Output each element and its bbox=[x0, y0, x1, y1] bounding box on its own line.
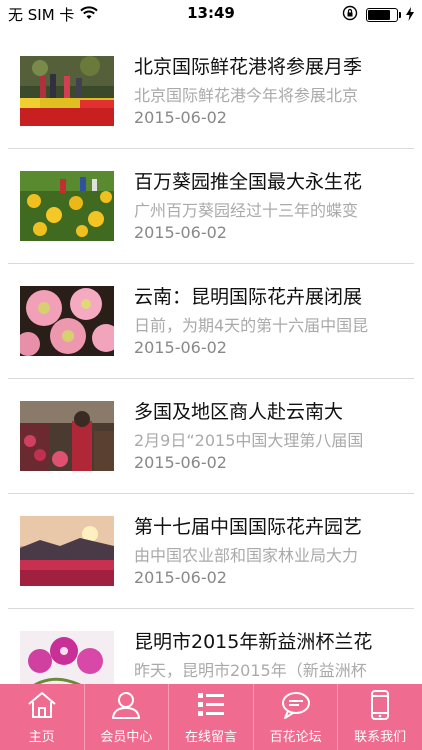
tab-label: 联系我们 bbox=[354, 730, 407, 745]
news-date: 2015-06-02 bbox=[134, 453, 227, 472]
news-date: 2015-06-02 bbox=[134, 223, 227, 242]
news-summary: 2月9日“2015中国大理第八届国 bbox=[134, 431, 364, 450]
gerbera-icon bbox=[20, 286, 114, 356]
tab-online-message[interactable]: 在线留言 bbox=[169, 684, 254, 750]
news-title: 昆明市2015年新益洲杯兰花 bbox=[134, 631, 373, 653]
news-summary: 昨天，昆明市2015年（新益洲杯 bbox=[134, 661, 367, 680]
status-right bbox=[342, 5, 414, 25]
news-title: 第十七届中国国际花卉园艺 bbox=[134, 516, 363, 538]
list-icon bbox=[194, 688, 228, 722]
news-summary: 日前，为期4天的第十六届中国昆 bbox=[134, 316, 369, 335]
tab-contact-us[interactable]: 联系我们 bbox=[338, 684, 422, 750]
news-date: 2015-06-02 bbox=[134, 568, 227, 587]
phone-icon bbox=[363, 688, 397, 722]
market-icon bbox=[20, 401, 114, 471]
tab-label: 百花论坛 bbox=[269, 730, 322, 745]
tab-forum[interactable]: 百花论坛 bbox=[254, 684, 339, 750]
news-item[interactable]: 百万葵园推全国最大永生花 广州百万葵园经过十三年的蝶变 2015-06-02 bbox=[8, 149, 414, 264]
home-icon bbox=[25, 688, 59, 722]
battery-icon bbox=[366, 8, 401, 22]
tab-home[interactable]: 主页 bbox=[0, 684, 85, 750]
tab-bar: 主页 会员中心 在线留言 百花论坛 联系我们 bbox=[0, 684, 422, 750]
news-summary: 广州百万葵园经过十三年的蝶变 bbox=[134, 201, 359, 220]
news-item[interactable]: 第十七届中国国际花卉园艺 由中国农业部和国家林业局大力 2015-06-02 bbox=[8, 494, 414, 609]
news-title: 多国及地区商人赴云南大 bbox=[134, 401, 344, 423]
tulips-icon bbox=[20, 56, 114, 126]
news-item[interactable]: 云南：昆明国际花卉展闭展 日前，为期4天的第十六届中国昆 2015-06-02 bbox=[8, 264, 414, 379]
battery-level bbox=[368, 10, 391, 20]
news-date: 2015-06-02 bbox=[134, 338, 227, 357]
news-summary: 北京国际鲜花港今年将参展北京 bbox=[134, 86, 359, 105]
news-summary: 由中国农业部和国家林业局大力 bbox=[134, 546, 359, 565]
news-title: 北京国际鲜花港将参展月季 bbox=[134, 56, 363, 78]
landscape-icon bbox=[20, 516, 114, 586]
app-screen: 无 SIM 卡 13:49 北京国际鲜花港将参展月季 北京国际鲜花港今年将参展北… bbox=[0, 0, 422, 750]
tab-label: 在线留言 bbox=[184, 730, 237, 745]
status-bar: 无 SIM 卡 13:49 bbox=[0, 0, 422, 28]
tab-label: 会员中心 bbox=[100, 730, 153, 745]
news-date: 2015-06-02 bbox=[134, 108, 227, 127]
rotation-lock-icon bbox=[342, 5, 358, 25]
news-list: 北京国际鲜花港将参展月季 北京国际鲜花港今年将参展北京 2015-06-02 百… bbox=[0, 34, 422, 724]
sunflowers-icon bbox=[20, 171, 114, 241]
user-icon bbox=[109, 688, 143, 722]
chat-icon bbox=[279, 688, 313, 722]
news-title: 百万葵园推全国最大永生花 bbox=[134, 171, 363, 193]
charging-icon bbox=[406, 6, 414, 25]
tab-label: 主页 bbox=[28, 730, 55, 745]
news-item[interactable]: 多国及地区商人赴云南大 2月9日“2015中国大理第八届国 2015-06-02 bbox=[8, 379, 414, 494]
news-item[interactable]: 北京国际鲜花港将参展月季 北京国际鲜花港今年将参展北京 2015-06-02 bbox=[8, 34, 414, 149]
news-title: 云南：昆明国际花卉展闭展 bbox=[134, 286, 363, 308]
tab-member-center[interactable]: 会员中心 bbox=[85, 684, 170, 750]
